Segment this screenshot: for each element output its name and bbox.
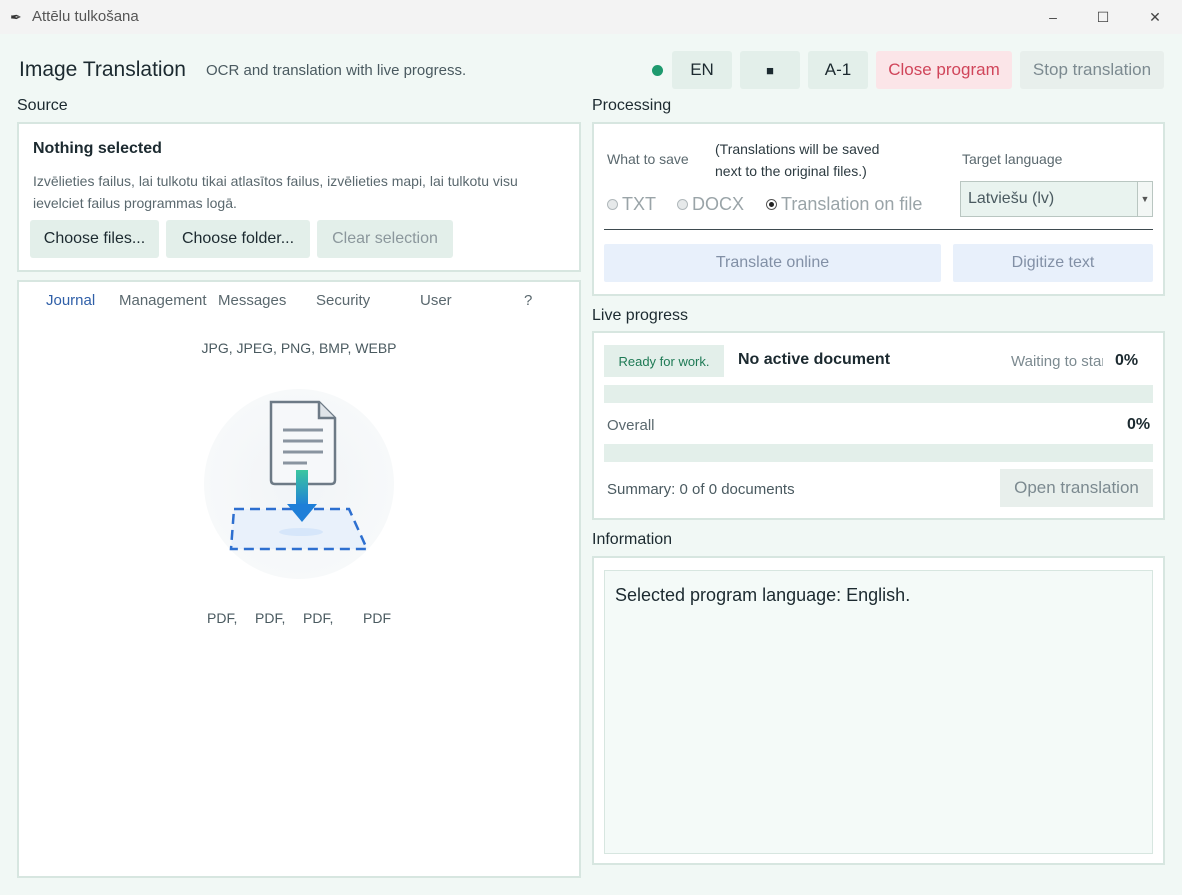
source-panel: Nothing selected Izvēlieties failus, lai… [17,122,581,272]
document-upload-icon [204,389,394,579]
information-section-label: Information [592,531,673,548]
information-log[interactable]: Selected program language: English. [604,570,1153,854]
save-icon[interactable]: ■ [740,51,800,89]
progress-panel: Ready for work. No active document Waiti… [592,331,1165,520]
save-location-note-line2: next to the original files.) [715,163,867,179]
close-program-button[interactable]: Close program [876,51,1012,89]
source-description-line2: ievelciet failus programmas logā. [33,195,237,211]
progress-section-label: Live progress [592,307,689,324]
choose-folder-button[interactable]: Choose folder... [166,220,310,258]
status-indicator [652,65,663,76]
supported-formats: JPG, JPEG, PNG, BMP, WEBP [201,340,397,356]
radio-translation-on-file[interactable]: Translation on file [766,194,922,215]
feather-icon: ✒ [10,9,22,25]
radio-docx[interactable]: DOCX [677,194,744,215]
target-language-label: Target language [962,151,1063,167]
target-language-value: Latviešu (lv) [968,190,1055,207]
choose-files-button[interactable]: Choose files... [30,220,159,258]
information-panel: Selected program language: English. [592,556,1165,865]
tab-management[interactable]: Management [119,292,209,309]
radio-dot [677,199,688,210]
source-description-line1: Izvēlieties failus, lai tulkotu tikai at… [33,173,518,189]
current-document: No active document [738,351,891,368]
target-language-select[interactable]: Latviešu (lv) ▼ [960,181,1153,217]
maximize-button[interactable]: ☐ [1080,0,1126,34]
font-size-button[interactable]: A-1 [808,51,868,89]
overall-progress-bar [604,444,1153,462]
tab-help[interactable]: ? [524,292,532,309]
language-button[interactable]: EN [672,51,732,89]
progress-summary: Summary: 0 of 0 documents [607,481,795,498]
window-title: Attēlu tulkošana [32,8,139,25]
source-description: Izvēlieties failus, lai tulkotu tikai at… [33,170,567,214]
window-titlebar: ✒ Attēlu tulkošana – ☐ ✕ [0,0,1182,34]
divider [604,229,1153,230]
document-percent: 0% [1115,352,1139,369]
document-status: Waiting to start [1011,353,1103,370]
tab-journal[interactable]: Journal [46,292,95,309]
pdf-label-1: PDF, [207,610,238,626]
radio-txt[interactable]: TXT [607,194,656,215]
app-body: Image Translation OCR and translation wi… [0,34,1182,895]
drop-zone-panel[interactable]: Journal Management Messages Security Use… [17,280,581,878]
app-subtitle: OCR and translation with live progress. [206,62,467,79]
radio-dot-selected [766,199,777,210]
radio-translation-on-file-label: Translation on file [781,194,923,214]
overall-label: Overall [607,417,655,434]
close-window-button[interactable]: ✕ [1132,0,1178,34]
radio-txt-label: TXT [622,194,656,214]
tab-user[interactable]: User [420,292,452,309]
source-tabs: Journal Management Messages Security Use… [19,292,579,316]
pdf-label-4: PDF [363,610,391,626]
radio-dot [607,199,618,210]
tab-security[interactable]: Security [316,292,370,309]
document-progress-bar [604,385,1153,403]
digitize-text-button[interactable]: Digitize text [953,244,1153,282]
clear-selection-button[interactable]: Clear selection [317,220,453,258]
pdf-label-2: PDF, [255,610,286,626]
translate-online-button[interactable]: Translate online [604,244,941,282]
save-location-note-line1: (Translations will be saved [715,141,880,157]
processing-panel: What to save (Translations will be saved… [592,122,1165,296]
information-text: Selected program language: English. [615,585,911,605]
status-badge: Ready for work. [604,345,724,377]
minimize-button[interactable]: – [1030,0,1076,34]
selection-heading: Nothing selected [33,140,162,157]
source-section-label: Source [17,97,68,114]
stop-translation-button[interactable]: Stop translation [1020,51,1164,89]
what-to-save-label: What to save [607,151,689,167]
processing-section-label: Processing [592,97,672,114]
open-translation-button[interactable]: Open translation [1000,469,1153,507]
overall-percent: 0% [1127,416,1151,433]
pdf-label-3: PDF, [303,610,334,626]
app-title: Image Translation [19,58,186,81]
chevron-down-icon[interactable]: ▼ [1137,182,1152,216]
tab-messages[interactable]: Messages [218,292,286,309]
radio-docx-label: DOCX [692,194,745,214]
